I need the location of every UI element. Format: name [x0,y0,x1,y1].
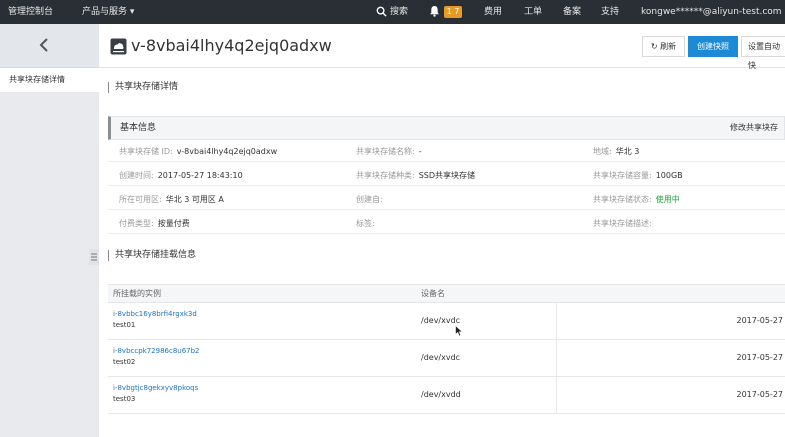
divider [108,233,785,234]
field-region: 地域: 华北 3 [593,146,639,157]
refresh-icon: ↻ [650,42,658,51]
divider [108,185,785,186]
tickets-link[interactable]: 工单 [524,0,542,24]
billing-link[interactable]: 费用 [484,0,502,24]
field-capacity: 共享块存储容量: 100GB [593,170,683,181]
device-name: /dev/xvdc [421,353,461,362]
column-divider [556,377,557,414]
notification-badge: 1 7 [444,6,462,18]
field-type-value: SSD共享块存储 [418,171,476,180]
table-row: i-8vbbc16y8brfi4rgxk3d test01 /dev/xvdc … [108,303,785,340]
field-description: 共享块存储描述: [593,218,656,229]
divider [108,209,785,210]
field-type: 共享块存储种类: SSD共享块存储 [356,170,475,181]
column-divider [556,340,557,377]
field-region-value: 华北 3 [615,147,640,156]
search-icon[interactable] [376,6,387,17]
console-home-link[interactable]: 管理控制台 [8,0,53,24]
table-row: i-8vbccpk72986c8u67b2 test02 /dev/xvdc 2… [108,340,785,377]
auto-snapshot-button[interactable]: 设置自动快 [741,36,785,70]
main-content: v-8vbai4lhy4q2ejq0adxw ↻ 刷新 创建快照 设置自动快 共… [99,24,785,437]
field-name: 共享块存储名称: - [356,146,422,157]
field-tags-key: 标签: [356,219,375,228]
column-header-device: 设备名 [421,289,445,298]
refresh-button[interactable]: ↻ 刷新 [642,36,685,57]
field-name-value: - [418,147,422,156]
field-capacity-key: 共享块存储容量: [593,171,652,180]
field-zone-value: 华北 3 可用区 A [165,195,224,204]
products-menu[interactable]: 产品与服务 ▾ [82,0,134,24]
field-id-key: 共享块存储 ID: [119,147,173,156]
chevron-left-icon [39,38,48,52]
sidebar-collapse-handle[interactable] [89,249,99,265]
mount-table-header: 所挂载的实例 设备名 [108,284,785,303]
instance-id-link[interactable]: i-8vbgtjc8gekxyv8pkoqs [113,384,198,392]
field-name-key: 共享块存储名称: [356,147,415,156]
status-badge: 使用中 [655,195,680,204]
details-section-title: 共享块存储详情 [108,82,178,93]
sidebar-item-shared-block-storage-details[interactable]: 共享块存储详情 [0,68,99,92]
bell-icon[interactable] [429,5,440,17]
field-status-key: 共享块存储状态: [593,195,652,204]
column-divider [556,303,557,340]
mount-date: 2017-05-27 [736,353,784,362]
basic-info-bar: 基本信息 修改共享块存 [108,116,785,140]
back-button[interactable] [0,24,99,68]
edit-shared-block-link[interactable]: 修改共享块存 [730,117,778,139]
field-id: 共享块存储 ID: v-8vbai4lhy4q2ejq0adxw [119,146,277,157]
account-menu[interactable]: kongwe******@aliyun-test.com [641,0,782,24]
mount-date: 2017-05-27 [736,390,784,399]
field-capacity-value: 100GB [655,171,683,180]
basic-info-title: 基本信息 [120,123,157,133]
mount-section-title: 共享块存储挂载信息 [108,250,196,261]
field-created: 创建时间: 2017-05-27 18:43:10 [119,170,243,181]
field-zone-key: 所在可用区: [119,195,162,204]
top-bar: 管理控制台 产品与服务 ▾ 搜索 1 7 费用 工单 备案 支持 kongwe*… [0,0,785,24]
caret-down-icon: ▾ [129,7,135,17]
page-header: v-8vbai4lhy4q2ejq0adxw ↻ 刷新 创建快照 设置自动快 [99,24,785,70]
instance-id-link[interactable]: i-8vbccpk72986c8u67b2 [113,347,200,355]
mount-date: 2017-05-27 [736,316,784,325]
page-title: v-8vbai4lhy4q2ejq0adxw [131,36,332,55]
field-created-value: 2017-05-27 18:43:10 [157,171,243,180]
field-billing: 付费类型: 按量付费 [119,218,190,229]
instance-name: test02 [113,358,136,366]
divider [108,161,785,162]
field-creator-key: 创建自: [356,195,383,204]
field-id-value: v-8vbai4lhy4q2ejq0adxw [176,147,278,156]
field-billing-key: 付费类型: [119,219,154,228]
instance-id-link[interactable]: i-8vbbc16y8brfi4rgxk3d [113,310,197,318]
field-region-key: 地域: [593,147,612,156]
create-snapshot-button[interactable]: 创建快照 [688,36,738,57]
table-row: i-8vbgtjc8gekxyv8pkoqs test03 /dev/xvdd … [108,377,785,414]
disk-icon [110,38,127,55]
field-tags: 标签: [356,218,379,229]
instance-name: test03 [113,395,136,403]
menu-lines-icon [91,253,97,261]
icp-link[interactable]: 备案 [563,0,581,24]
left-nav: 共享块存储详情 [0,24,99,437]
mouse-cursor-icon [455,325,463,337]
field-created-key: 创建时间: [119,171,154,180]
search-link[interactable]: 搜索 [390,0,408,24]
field-type-key: 共享块存储种类: [356,171,415,180]
instance-name: test01 [113,321,136,329]
products-menu-label: 产品与服务 [82,7,128,17]
refresh-label: 刷新 [660,42,677,51]
device-name: /dev/xvdc [421,316,461,325]
device-name: /dev/xvdd [421,390,461,399]
support-link[interactable]: 支持 [601,0,619,24]
field-billing-value: 按量付费 [157,219,190,228]
field-zone: 所在可用区: 华北 3 可用区 A [119,194,224,205]
column-header-instance: 所挂载的实例 [113,289,161,298]
field-status: 共享块存储状态: 使用中 [593,194,680,205]
field-description-key: 共享块存储描述: [593,219,652,228]
field-creator: 创建自: [356,194,387,205]
